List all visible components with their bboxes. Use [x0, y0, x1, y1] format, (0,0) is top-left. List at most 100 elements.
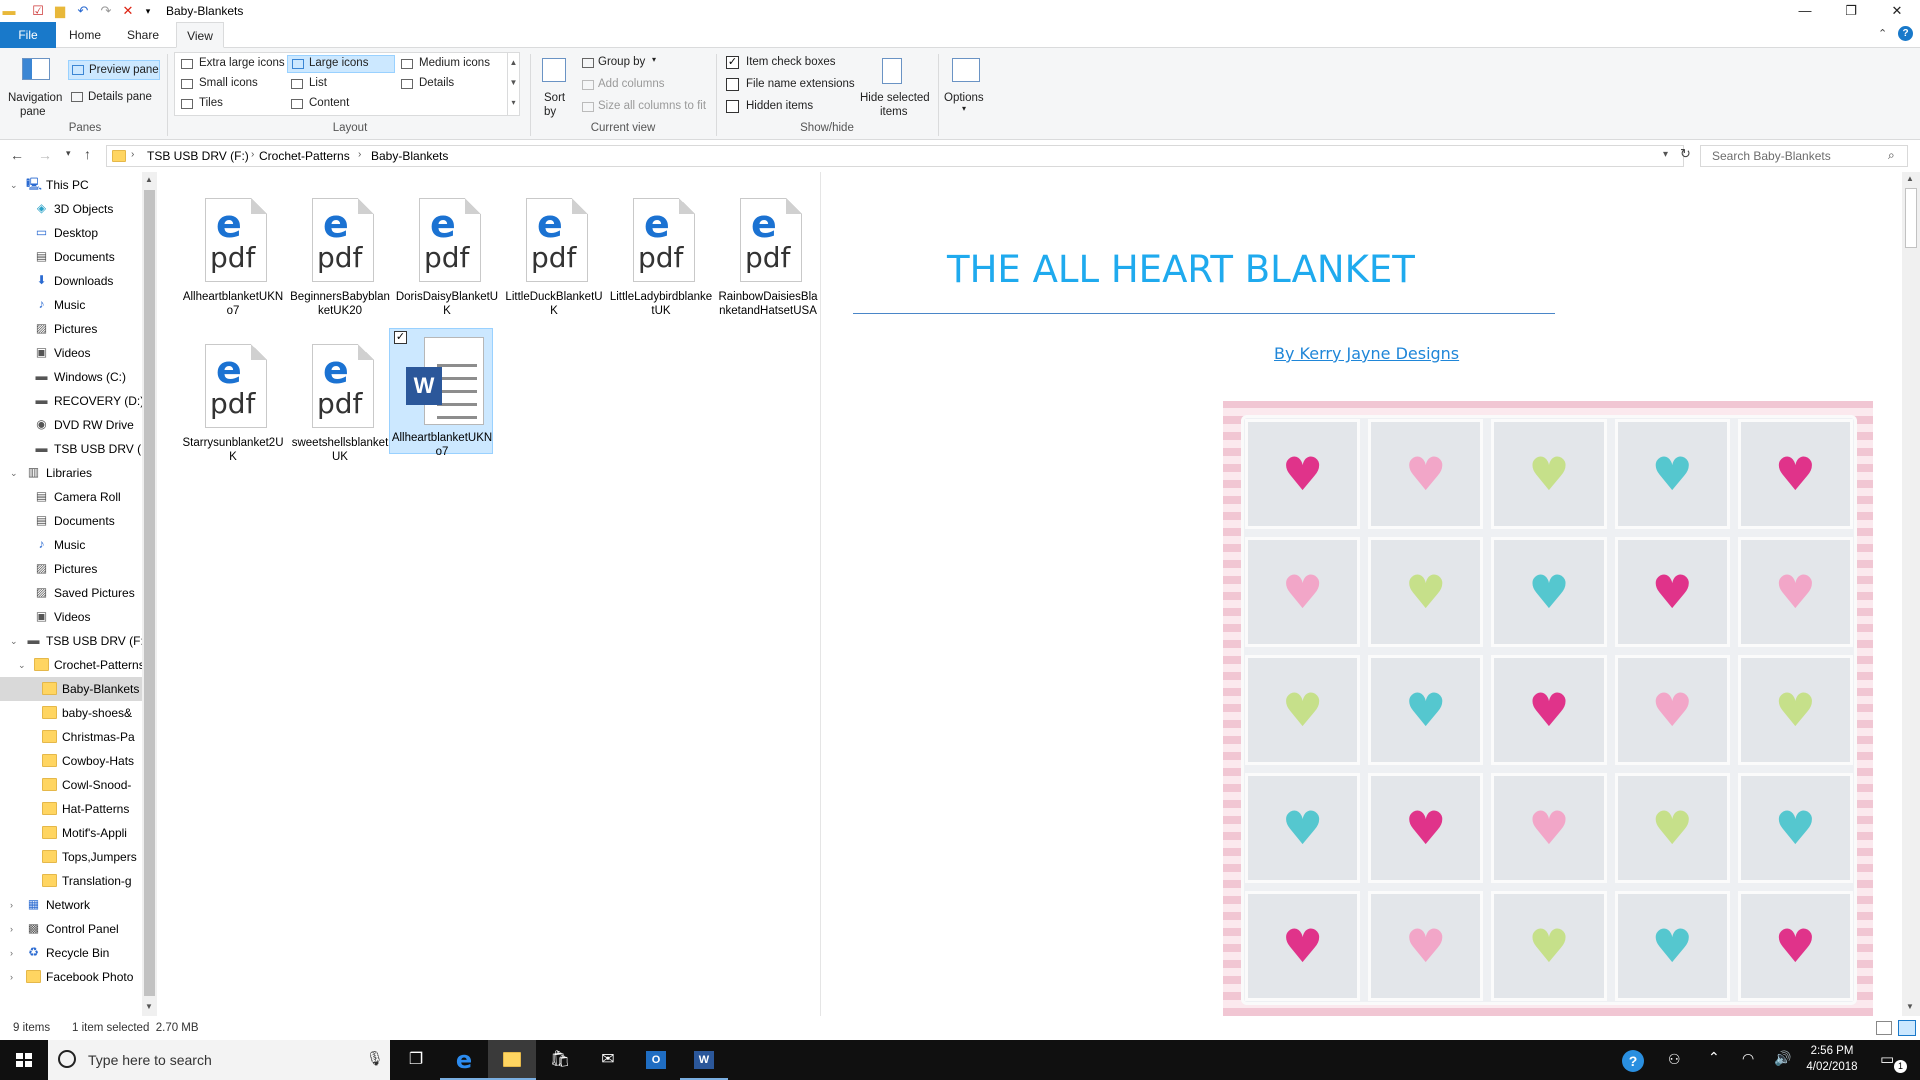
file-item[interactable]: e pdf sweetshellsblanketUK — [288, 330, 392, 463]
nav-item-motif-s-appli[interactable]: Motif's-Appli — [0, 821, 142, 845]
taskbar-search-input[interactable]: Type here to search 🎙 — [48, 1040, 390, 1080]
nav-item-recovery-d[interactable]: ▬ RECOVERY (D:) — [0, 389, 143, 413]
search-input[interactable]: Search Baby-Blankets — [1700, 145, 1908, 167]
nav-item-cowl-snood[interactable]: Cowl-Snood- — [0, 773, 142, 797]
hide-selected-items-button[interactable]: Hide selected items — [856, 52, 932, 118]
nav-item-dvd-rw-drive[interactable]: ◉ DVD RW Drive — [0, 413, 142, 437]
nav-item-videos[interactable]: ▣ Videos — [0, 341, 142, 365]
tab-share[interactable]: Share — [118, 22, 168, 48]
hidden-items-toggle[interactable]: Hidden items — [724, 98, 854, 116]
chevron-down-icon[interactable]: ⌄ — [18, 653, 26, 677]
nav-item-this-pc[interactable]: ⌄ 🖳 This PC — [0, 173, 142, 197]
minimize-button[interactable]: — — [1782, 0, 1828, 22]
forward-icon[interactable]: → — [38, 147, 52, 163]
properties-icon[interactable]: ☑ — [30, 3, 46, 19]
outlook-button[interactable]: O — [632, 1040, 680, 1080]
navigation-pane-button[interactable]: Navigation pane — [4, 52, 68, 118]
clock-date[interactable]: 4/02/2018 — [1804, 1061, 1860, 1073]
breadcrumb-folder[interactable]: Crochet-Patterns — [259, 149, 350, 163]
nav-item-tops-jumpers[interactable]: Tops,Jumpers — [0, 845, 142, 869]
nav-item-downloads[interactable]: ⬇ Downloads — [0, 269, 142, 293]
group-by-button[interactable]: Group by ▾ — [580, 54, 680, 72]
nav-item-saved-pictures[interactable]: ▨ Saved Pictures — [0, 581, 142, 605]
details-view-icon[interactable] — [1876, 1021, 1892, 1035]
help-tray-icon[interactable]: ? — [1622, 1050, 1644, 1072]
nav-item-music[interactable]: ♪ Music — [0, 293, 142, 317]
redo-icon[interactable]: ↷ — [98, 3, 114, 19]
preview-scroll-thumb[interactable] — [1905, 188, 1917, 248]
up-icon[interactable]: ↑ — [84, 146, 91, 162]
help-icon[interactable]: ? — [1898, 26, 1913, 41]
nav-item-network[interactable]: › ▦ Network — [0, 893, 142, 917]
chevron-right-icon[interactable]: › — [10, 965, 13, 989]
file-item[interactable]: e pdf Starrysunblanket2UK — [181, 330, 285, 463]
tab-home[interactable]: Home — [62, 22, 108, 48]
chevron-down-icon[interactable]: ⌄ — [10, 173, 18, 197]
nav-item-pictures[interactable]: ▨ Pictures — [0, 317, 142, 341]
nav-item-pictures[interactable]: ▨ Pictures — [0, 557, 142, 581]
file-item[interactable]: e pdf AllheartblanketUKNo7 — [181, 184, 285, 317]
scroll-down-icon[interactable]: ▼ — [1906, 1002, 1914, 1011]
store-button[interactable]: 🛍 — [536, 1040, 584, 1080]
undo-icon[interactable]: ↶ — [75, 3, 91, 19]
sort-by-button[interactable]: Sort by — [538, 52, 574, 118]
tab-view[interactable]: View — [176, 22, 224, 48]
chevron-down-icon[interactable]: ⌄ — [10, 461, 18, 485]
microphone-icon[interactable]: 🎙 — [366, 1050, 384, 1067]
nav-item-3d-objects[interactable]: ◈ 3D Objects — [0, 197, 142, 221]
nav-item-videos[interactable]: ▣ Videos — [0, 605, 142, 629]
file-item[interactable]: e pdf RainbowDaisiesBlanketandHatsetUSA — [716, 184, 820, 317]
file-item[interactable]: e pdf BeginnersBabyblanketUK20 — [288, 184, 392, 317]
address-dropdown-icon[interactable]: ▾ — [1663, 149, 1668, 160]
close-button[interactable]: ✕ — [1874, 0, 1920, 22]
nav-item-baby-blankets[interactable]: Baby-Blankets — [0, 677, 142, 701]
edge-button[interactable]: e — [440, 1040, 488, 1080]
word-button[interactable]: W — [680, 1040, 728, 1080]
breadcrumb-drive[interactable]: TSB USB DRV (F:) — [147, 149, 249, 163]
people-icon[interactable]: ⚇ — [1668, 1051, 1681, 1068]
details-pane-button[interactable]: Details pane — [68, 88, 160, 108]
new-folder-icon[interactable]: ▆ — [52, 3, 68, 19]
layout-medium-icons[interactable]: Medium icons — [397, 55, 507, 73]
mail-button[interactable]: ✉ — [584, 1040, 632, 1080]
nav-item-documents[interactable]: ▤ Documents — [0, 245, 142, 269]
restore-button[interactable]: ❐ — [1828, 0, 1874, 22]
file-item[interactable]: e pdf DorisDaisyBlanketUK — [395, 184, 499, 317]
nav-item-control-panel[interactable]: › ▩ Control Panel — [0, 917, 142, 941]
clock-time[interactable]: 2:56 PM — [1804, 1045, 1860, 1057]
layout-tiles[interactable]: Tiles — [177, 95, 287, 113]
wifi-icon[interactable]: ◠ — [1742, 1050, 1754, 1067]
layout-gallery-scroll[interactable]: ▲ ▼ ▾ — [507, 53, 519, 115]
chevron-right-icon[interactable]: › — [10, 917, 13, 941]
volume-icon[interactable]: 🔊 — [1774, 1050, 1791, 1067]
nav-item-hat-patterns[interactable]: Hat-Patterns — [0, 797, 142, 821]
refresh-icon[interactable]: ↻ — [1680, 146, 1691, 162]
file-item[interactable]: e pdf LittleLadybirdblanketUK — [609, 184, 713, 317]
preview-pane-button[interactable]: Preview pane — [68, 60, 160, 80]
address-bar[interactable]: › TSB USB DRV (F:) › Crochet-Patterns › … — [106, 145, 1684, 167]
scroll-up-icon[interactable]: ▲ — [145, 175, 153, 184]
nav-item-christmas-pa[interactable]: Christmas-Pa — [0, 725, 142, 749]
nav-item-crochet-patterns[interactable]: ⌄ Crochet-Patterns — [0, 653, 142, 677]
layout-details[interactable]: Details — [397, 75, 507, 93]
tab-file[interactable]: File — [0, 22, 56, 48]
chevron-right-icon[interactable]: › — [10, 893, 13, 917]
customize-toolbar-icon[interactable]: ▾ — [140, 3, 156, 19]
nav-item-documents[interactable]: ▤ Documents — [0, 509, 142, 533]
layout-list[interactable]: List — [287, 75, 395, 93]
options-button[interactable]: Options ▾ — [942, 52, 992, 118]
layout-extra-large-icons[interactable]: Extra large icons — [177, 55, 287, 73]
breadcrumb-current[interactable]: Baby-Blankets — [371, 149, 448, 163]
file-item[interactable]: ✓ W AllheartblanketUKNo7 — [389, 328, 493, 458]
delete-icon[interactable]: ✕ — [120, 3, 136, 19]
collapse-ribbon-icon[interactable]: ⌃ — [1878, 27, 1887, 40]
chevron-down-icon[interactable]: ⌄ — [10, 629, 18, 653]
start-button[interactable] — [0, 1040, 48, 1080]
scroll-down-icon[interactable]: ▼ — [145, 1002, 153, 1011]
recent-locations-icon[interactable]: ▾ — [66, 148, 71, 159]
nav-item-recycle-bin[interactable]: › ♻ Recycle Bin — [0, 941, 142, 965]
show-hidden-icons-icon[interactable]: ⌃ — [1708, 1049, 1720, 1066]
action-center-icon[interactable]: ▭ — [1880, 1050, 1894, 1068]
nav-item-libraries[interactable]: ⌄ ▥ Libraries — [0, 461, 142, 485]
layout-small-icons[interactable]: Small icons — [177, 75, 287, 93]
